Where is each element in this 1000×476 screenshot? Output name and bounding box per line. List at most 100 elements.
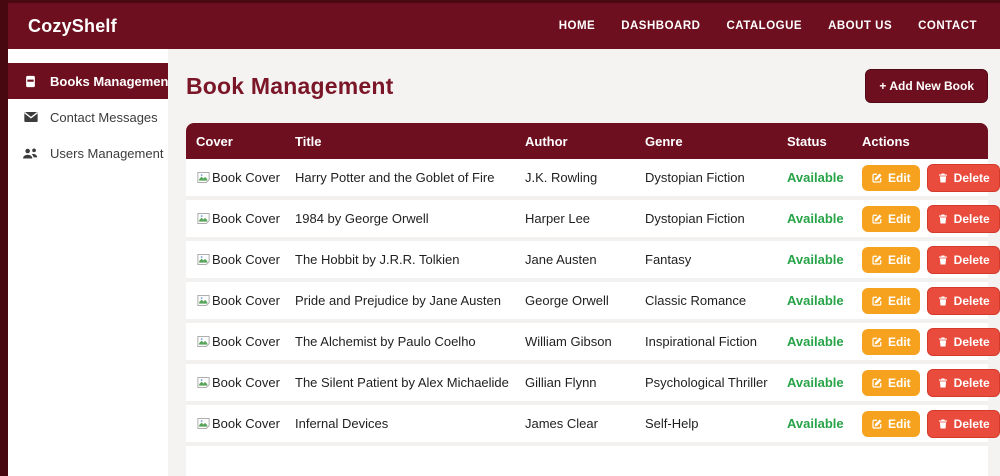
nav-link-catalogue[interactable]: CATALOGUE xyxy=(726,20,802,32)
delete-button[interactable]: Delete xyxy=(927,164,1000,192)
delete-button[interactable]: Delete xyxy=(927,246,1000,274)
table-header: Cover Title Author Genre Status Actions xyxy=(186,123,988,159)
table-row-partial xyxy=(186,446,988,476)
column-header-genre: Genre xyxy=(645,134,787,149)
edit-button-label: Edit xyxy=(888,253,911,267)
edit-button-label: Edit xyxy=(888,212,911,226)
book-genre: Fantasy xyxy=(645,252,787,267)
add-new-book-button[interactable]: + Add New Book xyxy=(865,69,988,103)
book-cover: Book Cover xyxy=(196,252,295,267)
book-author: Jane Austen xyxy=(525,252,645,267)
navbar-links: HOME DASHBOARD CATALOGUE ABOUT US CONTACT xyxy=(559,20,977,32)
edit-button[interactable]: Edit xyxy=(862,370,920,396)
book-cover: Book Cover xyxy=(196,375,295,390)
book-cover-alt-text: Book Cover xyxy=(212,334,280,349)
brand-logo[interactable]: CozyShelf xyxy=(28,16,117,37)
sidebar-item-label: Books Management xyxy=(50,74,173,89)
table-row: Book Cover The Alchemist by Paulo Coelho… xyxy=(186,323,988,364)
book-genre: Classic Romance xyxy=(645,293,787,308)
trash-icon xyxy=(937,295,949,307)
row-actions: Edit Delete xyxy=(862,287,1000,315)
row-actions: Edit Delete xyxy=(862,164,1000,192)
edit-button[interactable]: Edit xyxy=(862,288,920,314)
edit-button[interactable]: Edit xyxy=(862,206,920,232)
book-title: Pride and Prejudice by Jane Austen xyxy=(295,293,525,308)
edit-icon xyxy=(871,377,883,389)
book-author: Gillian Flynn xyxy=(525,375,645,390)
delete-button-label: Delete xyxy=(954,171,990,185)
table-row: Book Cover 1984 by George Orwell Harper … xyxy=(186,200,988,241)
trash-icon xyxy=(937,418,949,430)
trash-icon xyxy=(937,254,949,266)
book-title: 1984 by George Orwell xyxy=(295,211,525,226)
sidebar-item-contact-messages[interactable]: Contact Messages xyxy=(8,99,168,135)
book-cover-alt-text: Book Cover xyxy=(212,416,280,431)
users-icon xyxy=(22,145,39,162)
trash-icon xyxy=(937,213,949,225)
sidebar-item-label: Users Management xyxy=(50,146,163,161)
table-row: Book Cover Harry Potter and the Goblet o… xyxy=(186,159,988,200)
book-author: William Gibson xyxy=(525,334,645,349)
delete-button-label: Delete xyxy=(954,417,990,431)
book-author: Harper Lee xyxy=(525,211,645,226)
book-genre: Dystopian Fiction xyxy=(645,211,787,226)
book-cover: Book Cover xyxy=(196,293,295,308)
top-navbar: CozyShelf HOME DASHBOARD CATALOGUE ABOUT US… xyxy=(0,0,1000,49)
book-author: J.K. Rowling xyxy=(525,170,645,185)
sidebar-item-books-management[interactable]: Books Management xyxy=(8,63,168,99)
broken-image-icon xyxy=(196,375,211,390)
nav-link-home[interactable]: HOME xyxy=(559,20,596,32)
edit-icon xyxy=(871,418,883,430)
edit-button[interactable]: Edit xyxy=(862,329,920,355)
column-header-title: Title xyxy=(295,134,525,149)
column-header-author: Author xyxy=(525,134,645,149)
delete-button-label: Delete xyxy=(954,253,990,267)
broken-image-icon xyxy=(196,416,211,431)
table-row: Book Cover Pride and Prejudice by Jane A… xyxy=(186,282,988,323)
row-actions: Edit Delete xyxy=(862,205,1000,233)
trash-icon xyxy=(937,172,949,184)
nav-link-dashboard[interactable]: DASHBOARD xyxy=(621,20,700,32)
book-title: The Silent Patient by Alex Michaelide xyxy=(295,375,525,390)
book-cover-alt-text: Book Cover xyxy=(212,293,280,308)
book-cover-alt-text: Book Cover xyxy=(212,252,280,267)
nav-link-about-us[interactable]: ABOUT US xyxy=(828,20,892,32)
sidebar-item-users-management[interactable]: Users Management xyxy=(8,135,168,171)
edit-icon xyxy=(871,336,883,348)
edit-icon xyxy=(871,295,883,307)
edit-button[interactable]: Edit xyxy=(862,247,920,273)
delete-button[interactable]: Delete xyxy=(927,410,1000,438)
edit-button[interactable]: Edit xyxy=(862,165,920,191)
delete-button[interactable]: Delete xyxy=(927,205,1000,233)
delete-button[interactable]: Delete xyxy=(927,369,1000,397)
sidebar: Books Management Contact Messages Users … xyxy=(0,49,168,476)
row-actions: Edit Delete xyxy=(862,328,1000,356)
column-header-cover: Cover xyxy=(196,134,295,149)
delete-button-label: Delete xyxy=(954,212,990,226)
delete-button[interactable]: Delete xyxy=(927,287,1000,315)
main-content: Book Management + Add New Book Cover Tit… xyxy=(168,49,1000,476)
book-cover: Book Cover xyxy=(196,416,295,431)
trash-icon xyxy=(937,336,949,348)
book-cover-alt-text: Book Cover xyxy=(212,375,280,390)
row-actions: Edit Delete xyxy=(862,246,1000,274)
edit-button-label: Edit xyxy=(888,294,911,308)
book-title: The Alchemist by Paulo Coelho xyxy=(295,334,525,349)
delete-button-label: Delete xyxy=(954,376,990,390)
row-actions: Edit Delete xyxy=(862,369,1000,397)
book-cover-alt-text: Book Cover xyxy=(212,211,280,226)
table-body: Book Cover Harry Potter and the Goblet o… xyxy=(186,159,988,476)
broken-image-icon xyxy=(196,170,211,185)
column-header-actions: Actions xyxy=(862,134,978,149)
trash-icon xyxy=(937,377,949,389)
book-cover: Book Cover xyxy=(196,211,295,226)
edit-button[interactable]: Edit xyxy=(862,411,920,437)
book-cover-alt-text: Book Cover xyxy=(212,170,280,185)
book-author: George Orwell xyxy=(525,293,645,308)
book-title: The Hobbit by J.R.R. Tolkien xyxy=(295,252,525,267)
delete-button[interactable]: Delete xyxy=(927,328,1000,356)
nav-link-contact[interactable]: CONTACT xyxy=(918,20,977,32)
book-genre: Self-Help xyxy=(645,416,787,431)
status-badge: Available xyxy=(787,416,862,431)
book-genre: Inspirational Fiction xyxy=(645,334,787,349)
